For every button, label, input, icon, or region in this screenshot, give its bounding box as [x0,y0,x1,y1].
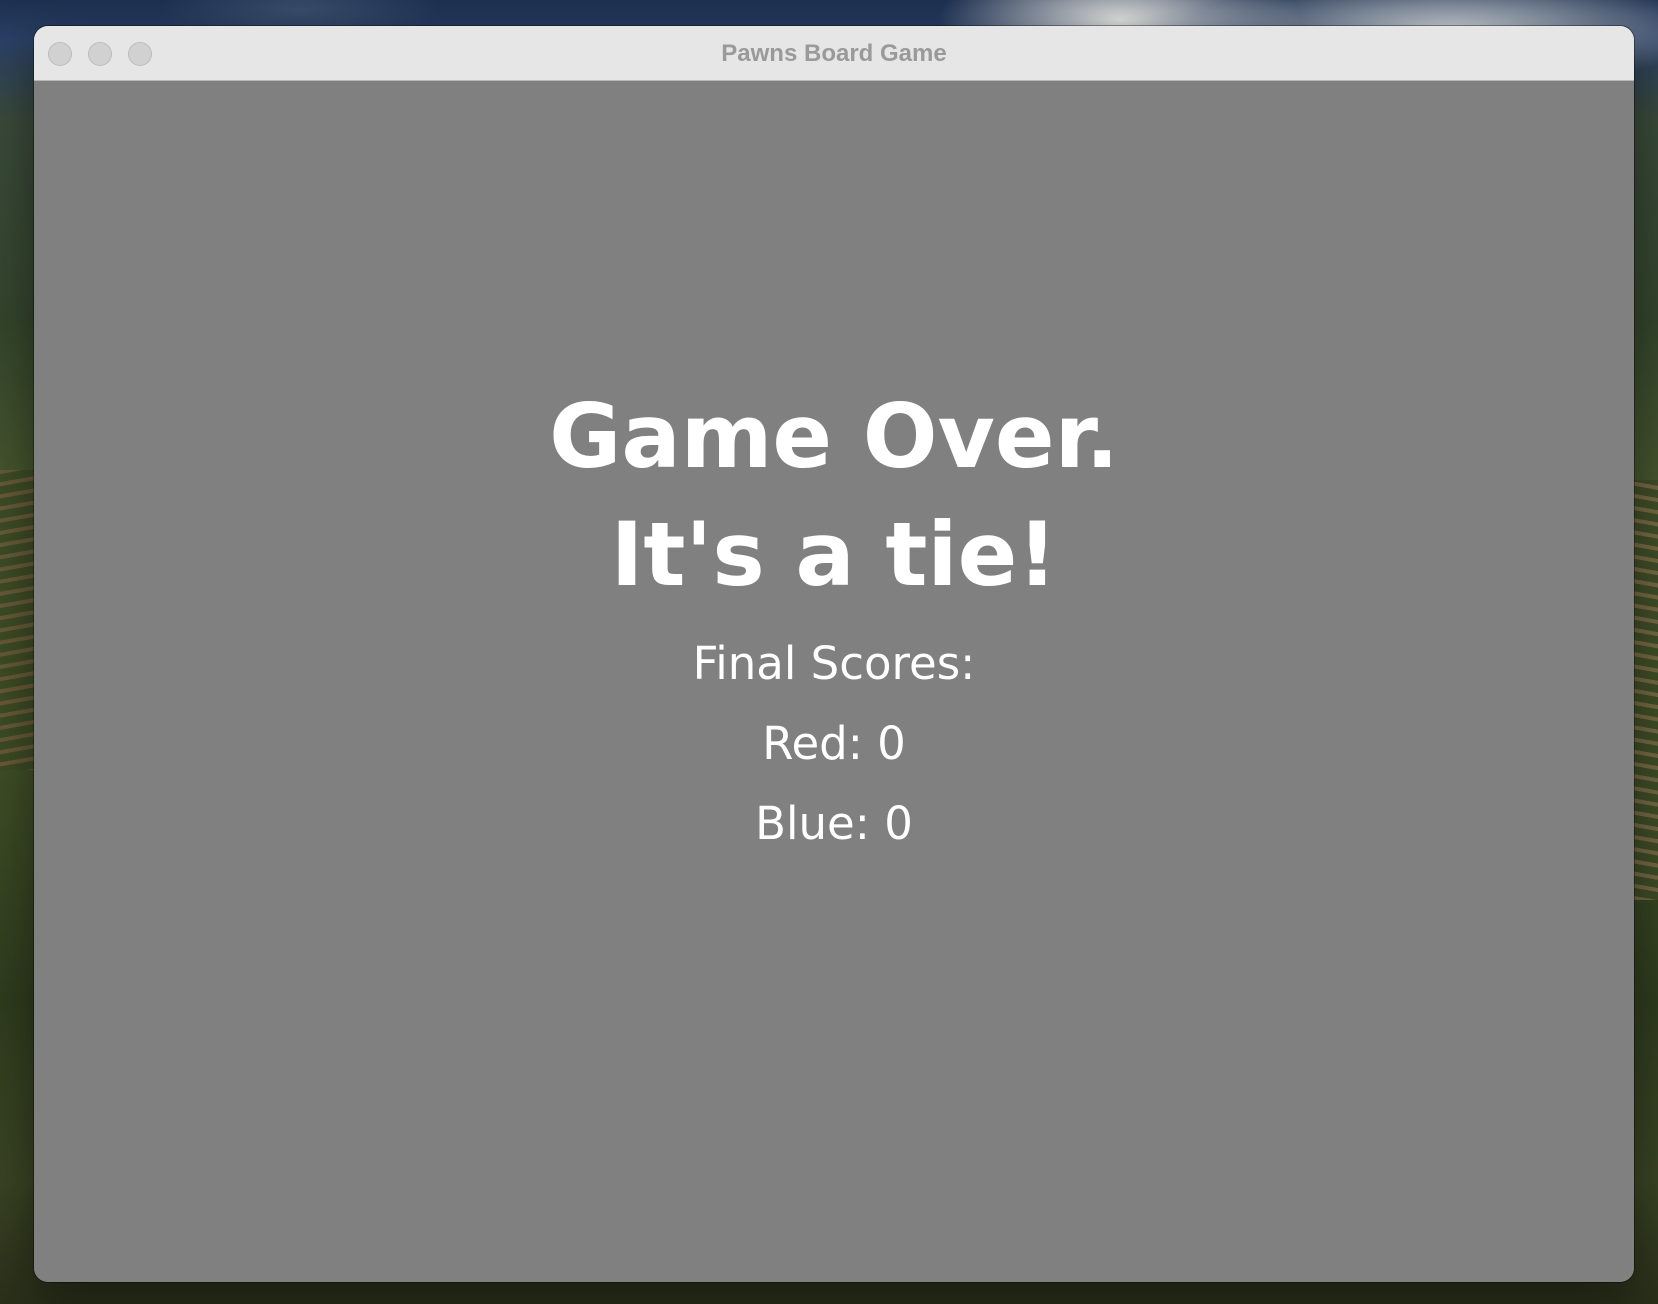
game-over-text: Game Over. [549,385,1119,488]
blue-score: Blue: 0 [755,797,913,850]
game-over-panel: Game Over. It's a tie! Final Scores: Red… [34,81,1634,1282]
red-score: Red: 0 [762,717,906,770]
wallpaper-vineyard-left [0,470,34,770]
game-window: Pawns Board Game Game Over. It's a tie! … [34,26,1634,1282]
window-title: Pawns Board Game [721,40,947,67]
final-scores-label: Final Scores: [692,637,976,690]
game-over-headline: Game Over. It's a tie! [34,378,1634,614]
result-text: It's a tie! [610,503,1058,606]
final-scores: Final Scores: Red: 0 Blue: 0 [34,624,1634,864]
window-titlebar[interactable]: Pawns Board Game [34,26,1634,81]
wallpaper-vineyard-right [1634,480,1658,900]
